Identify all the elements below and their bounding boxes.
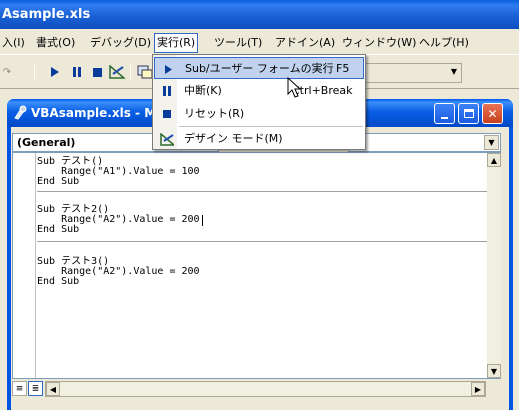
run-icon [161,62,175,76]
mouse-pointer-icon [287,77,302,98]
code-window-bottom-bar: ≡ ≣ ◀ ▶ [12,379,501,399]
minimize-icon [441,116,448,119]
menu-item-design-mode[interactable]: デザイン モード(M) [154,128,364,150]
chevron-down-icon[interactable]: ▼ [484,135,499,150]
run-button[interactable] [48,65,62,79]
menu-item-break[interactable]: 中断(K) Ctrl+Break [154,80,364,102]
menu-item-run-sub[interactable]: Sub/ユーザー フォームの実行 F5 [154,57,364,79]
menu-format[interactable]: 書式(O) [34,34,77,52]
menu-item-shortcut: F5 [336,62,350,75]
code-window-title: VBAsample.xls - M [31,106,157,120]
menu-help[interactable]: ヘルプ(H) [417,34,471,52]
design-mode-icon [109,65,125,79]
chevron-down-icon: ▼ [450,67,457,76]
procedure-view-icon: ≡ [15,383,24,394]
reset-icon [160,107,174,121]
minimize-button[interactable] [434,103,455,124]
procedure-separator [37,191,487,192]
menu-insert[interactable]: 入(I) [0,34,27,52]
project-explorer-icon [137,65,153,79]
break-icon [73,67,81,77]
reset-icon [92,67,102,77]
procedure-view-button[interactable]: ≡ [12,381,27,396]
text-caret [202,215,203,226]
close-button[interactable]: ✕ [482,103,503,124]
menu-item-label: デザイン モード(M) [184,132,283,145]
scroll-down-icon[interactable]: ▼ [487,364,501,378]
close-icon: ✕ [487,106,498,121]
menu-bar: 入(I) 書式(O) デバッグ(D) 実行(R) ツール(T) アドイン(A) … [0,29,519,55]
scroll-left-icon[interactable]: ◀ [46,382,60,396]
redo-icon[interactable]: ↷ [0,65,14,79]
code-editor[interactable]: Sub テスト() Range("A1").Value = 100 End Su… [12,152,501,379]
code-line[interactable]: End Sub [37,277,79,287]
menu-debug[interactable]: デバッグ(D) [88,34,153,52]
break-button[interactable] [70,65,84,79]
toolbar-separator [34,63,35,81]
code-line[interactable]: End Sub [37,225,79,235]
toolbar-separator [130,63,131,81]
break-icon [160,84,174,98]
object-combo-value: (General) [17,136,76,149]
design-mode-button[interactable] [108,65,126,79]
design-mode-icon [160,132,174,146]
run-icon [51,67,59,77]
menu-item-reset[interactable]: リセット(R) [154,103,364,125]
horizontal-scrollbar[interactable]: ◀ ▶ [45,381,486,397]
full-module-view-button[interactable]: ≣ [28,381,43,396]
maximize-icon [463,109,474,118]
vertical-scrollbar[interactable]: ▲ ▼ [487,153,501,378]
menu-item-label: Sub/ユーザー フォームの実行 [185,62,334,75]
menu-separator [179,126,363,127]
scroll-up-icon[interactable]: ▲ [487,153,501,167]
maximize-button[interactable] [458,103,479,124]
procedure-separator [37,241,487,242]
procedure-combo[interactable]: ▼ [348,133,501,152]
menu-addins[interactable]: アドイン(A) [273,34,337,52]
menu-run[interactable]: 実行(R) [154,33,199,53]
scroll-right-icon[interactable]: ▶ [471,382,485,396]
app-title-bar[interactable]: Asample.xls [0,0,519,29]
menu-tools[interactable]: ツール(T) [212,34,264,52]
run-menu-dropdown: Sub/ユーザー フォームの実行 F5 中断(K) Ctrl+Break リセッ… [152,54,366,150]
menu-window[interactable]: ウィンドウ(W) [340,34,418,52]
reset-button[interactable] [90,65,104,79]
app-title: Asample.xls [2,7,91,22]
code-line[interactable]: End Sub [37,177,79,187]
full-module-view-icon: ≣ [31,383,40,394]
menu-item-label: 中断(K) [184,84,222,97]
menu-item-label: リセット(R) [184,107,245,120]
vba-module-icon [14,105,27,120]
margin-indicator-bar[interactable] [13,153,36,378]
